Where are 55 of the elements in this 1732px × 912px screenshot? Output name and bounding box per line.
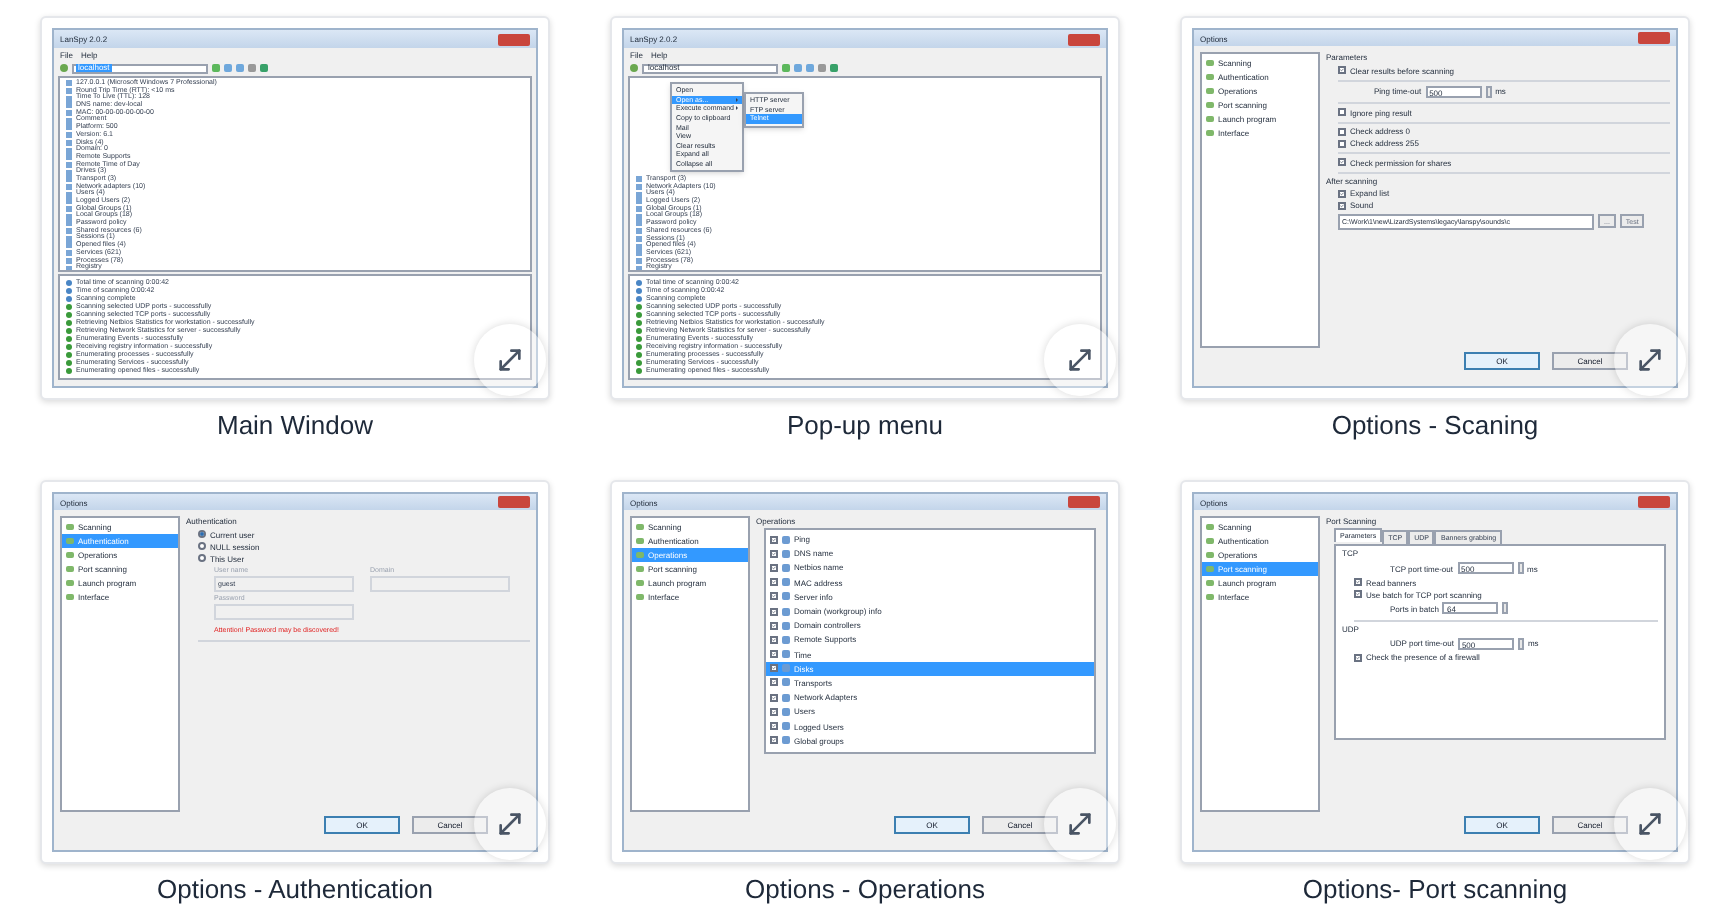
spin-buttons-icon[interactable] xyxy=(1517,562,1523,574)
card-caption: Options - Operations xyxy=(745,876,985,904)
checkbox[interactable] xyxy=(770,621,778,630)
expand-icon xyxy=(494,808,526,840)
checkbox[interactable] xyxy=(1338,201,1346,209)
input-field[interactable] xyxy=(214,604,354,620)
computer-icon xyxy=(630,64,638,72)
checkbox[interactable] xyxy=(770,650,778,659)
card-caption: Options - Authentication xyxy=(156,876,434,904)
input-field[interactable] xyxy=(370,576,510,592)
expand-button[interactable] xyxy=(1614,788,1686,860)
checkbox[interactable] xyxy=(770,592,778,601)
checkbox[interactable] xyxy=(1354,590,1362,598)
expand-icon xyxy=(1634,344,1666,376)
expand-icon xyxy=(1634,808,1666,840)
checkbox[interactable] xyxy=(770,535,778,544)
expand-icon xyxy=(494,344,526,376)
checkbox[interactable] xyxy=(1338,158,1346,166)
card-caption: Options- Port scanning xyxy=(1302,876,1568,904)
expand-button[interactable] xyxy=(474,788,546,860)
radio-button[interactable] xyxy=(198,554,206,562)
expand-icon xyxy=(1064,344,1096,376)
checkbox[interactable] xyxy=(1354,578,1362,586)
expand-button[interactable] xyxy=(1614,324,1686,396)
close-button[interactable] xyxy=(498,33,530,45)
radio-button[interactable] xyxy=(198,542,206,550)
spin-buttons-icon[interactable] xyxy=(1502,602,1509,614)
expand-button[interactable] xyxy=(1044,788,1116,860)
expand-button[interactable] xyxy=(1044,324,1116,396)
checkbox[interactable] xyxy=(1338,66,1346,74)
checkbox[interactable] xyxy=(1338,108,1346,116)
checkbox[interactable] xyxy=(1338,139,1346,147)
computer-icon xyxy=(60,64,68,72)
checkbox[interactable] xyxy=(770,607,778,616)
checkbox[interactable] xyxy=(770,707,778,716)
close-button[interactable] xyxy=(1068,33,1100,45)
checkbox[interactable] xyxy=(770,578,778,587)
checkbox[interactable] xyxy=(770,693,778,702)
expand-button[interactable] xyxy=(474,324,546,396)
checkbox[interactable] xyxy=(1354,653,1362,661)
checkbox[interactable] xyxy=(770,678,778,687)
checkbox[interactable] xyxy=(770,549,778,558)
checkbox[interactable] xyxy=(770,736,778,745)
checkbox[interactable] xyxy=(770,563,778,572)
checkbox[interactable] xyxy=(1338,127,1346,135)
checkbox[interactable] xyxy=(770,635,778,644)
card-caption: Options - Scaning xyxy=(1331,412,1539,440)
radio-button[interactable] xyxy=(198,530,206,538)
expand-icon xyxy=(1064,808,1096,840)
checkbox[interactable] xyxy=(770,664,778,673)
spin-buttons-icon[interactable] xyxy=(1517,637,1524,649)
checkbox[interactable] xyxy=(770,722,778,731)
card-caption: Pop-up menu xyxy=(786,412,944,440)
checkbox[interactable] xyxy=(1338,189,1346,197)
card-caption: Main Window xyxy=(216,412,374,440)
